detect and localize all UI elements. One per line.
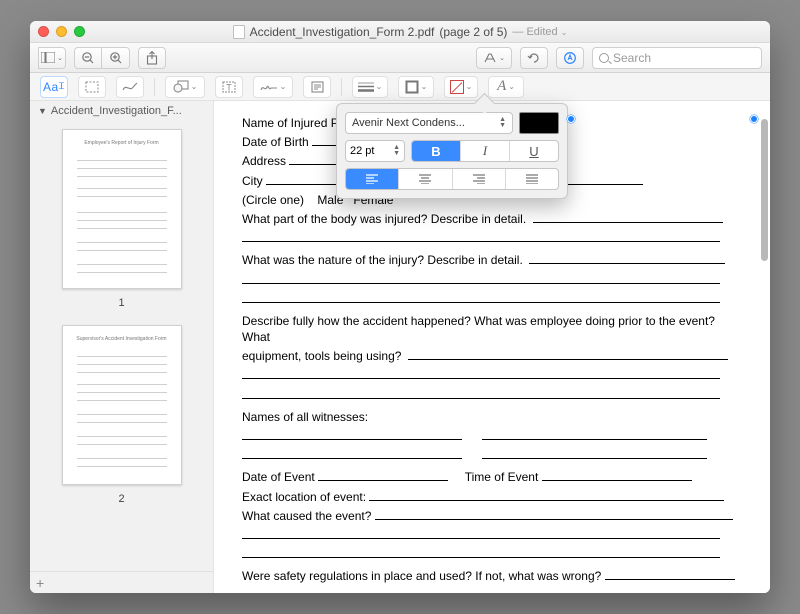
text-tool[interactable]: T (215, 76, 243, 98)
field-city: City (242, 174, 263, 188)
font-family-select[interactable]: Avenir Next Condens... ▲▼ (345, 112, 513, 134)
view-mode-button[interactable]: ⌄ (38, 47, 66, 69)
note-tool[interactable] (303, 76, 331, 98)
page-thumbnail-1[interactable]: Employee's Report of Injury Form (62, 129, 182, 289)
underline-button[interactable]: U (509, 141, 558, 161)
search-field[interactable]: Search (592, 47, 762, 69)
page-thumbnail-2[interactable]: Supervisor's Accident Investigation Form (62, 325, 182, 485)
text-style-tool[interactable]: A⌄ (488, 76, 524, 98)
add-page-button[interactable]: + (36, 575, 44, 591)
thumbnails-sidebar: ▼ Accident_Investigation_F... Employee's… (30, 101, 214, 593)
align-justify-button[interactable] (505, 169, 558, 189)
field-witnesses: Names of all witnesses: (242, 410, 368, 424)
main-toolbar: ⌄ ⌄ Search (30, 43, 770, 73)
fill-color-tool[interactable]: ⌄ (444, 76, 478, 98)
thumbnail-label-1: 1 (118, 297, 124, 309)
titlebar: Accident_Investigation_Form 2.pdf (page … (30, 21, 770, 43)
text-style-popover: Avenir Next Condens... ▲▼ 22 pt ▲▼ B I U (336, 103, 568, 199)
zoom-in-button[interactable] (102, 47, 130, 69)
font-size-stepper[interactable]: 22 pt ▲▼ (345, 140, 405, 162)
text-selection-tool[interactable]: AaᏆ (40, 76, 68, 98)
thumbnail-label-2: 2 (118, 493, 124, 505)
sign-tool[interactable]: ⌄ (253, 76, 293, 98)
field-safety-regs: Were safety regulations in place and use… (242, 569, 601, 583)
border-color-tool[interactable]: ⌄ (398, 76, 434, 98)
text-style-segment: B I U (411, 140, 559, 162)
sidebar-heading[interactable]: ▼ Accident_Investigation_F... (30, 101, 213, 121)
title-edited[interactable]: — Edited ⌄ (512, 26, 567, 38)
sidebar-footer: + (30, 571, 213, 593)
field-time-event: Time of Event (465, 470, 539, 484)
text-color-well[interactable] (519, 112, 559, 134)
close-window-button[interactable] (38, 26, 49, 37)
disclosure-triangle-icon[interactable]: ▼ (38, 106, 47, 116)
separator (341, 78, 342, 96)
field-describe-1: Describe fully how the accident happened… (242, 314, 715, 344)
zoom-window-button[interactable] (74, 26, 85, 37)
bold-button[interactable]: B (412, 141, 460, 161)
field-circle-one: (Circle one) (242, 193, 304, 207)
field-location: Exact location of event: (242, 490, 366, 504)
minimize-window-button[interactable] (56, 26, 67, 37)
zoom-out-button[interactable] (74, 47, 102, 69)
svg-text:T: T (226, 82, 232, 92)
search-placeholder: Search (613, 51, 651, 65)
sidebar-filename: Accident_Investigation_F... (51, 105, 182, 117)
share-button[interactable] (138, 47, 166, 69)
field-describe-2: equipment, tools being using? (242, 349, 401, 363)
align-left-button[interactable] (346, 169, 398, 189)
field-dob: Date of Birth (242, 135, 309, 149)
selection-handle[interactable] (750, 115, 758, 123)
shapes-tool[interactable]: ⌄ (165, 76, 205, 98)
field-injury-nature: What was the nature of the injury? Descr… (242, 253, 523, 267)
font-size-value: 22 pt (350, 145, 374, 157)
title-filename: Accident_Investigation_Form 2.pdf (250, 25, 435, 39)
line-style-tool[interactable]: ⌄ (352, 76, 388, 98)
font-family-value: Avenir Next Condens... (352, 117, 465, 129)
field-body-part: What part of the body was injured? Descr… (242, 212, 526, 226)
markup-toolbar: AaᏆ ⌄ T ⌄ ⌄ ⌄ ⌄ A⌄ (30, 73, 770, 101)
sketch-tool[interactable] (116, 76, 144, 98)
app-window: Accident_Investigation_Form 2.pdf (page … (30, 21, 770, 593)
field-cause: What caused the event? (242, 509, 371, 523)
align-right-button[interactable] (452, 169, 505, 189)
markup-toggle-button[interactable] (556, 47, 584, 69)
field-date-event: Date of Event (242, 470, 315, 484)
title-pageinfo: (page 2 of 5) (439, 25, 507, 39)
pdf-file-icon (233, 25, 245, 39)
field-name-injured: Name of Injured Per (242, 116, 349, 130)
vertical-scrollbar[interactable] (761, 109, 768, 585)
highlight-button[interactable]: ⌄ (476, 47, 512, 69)
field-address: Address (242, 154, 286, 168)
rect-select-tool[interactable] (78, 76, 106, 98)
text-align-segment (345, 168, 559, 190)
selection-handle[interactable] (567, 115, 575, 123)
search-icon (599, 53, 609, 63)
align-center-button[interactable] (398, 169, 451, 189)
separator (154, 78, 155, 96)
italic-button[interactable]: I (460, 141, 509, 161)
rotate-button[interactable] (520, 47, 548, 69)
window-title: Accident_Investigation_Form 2.pdf (page … (233, 25, 568, 39)
